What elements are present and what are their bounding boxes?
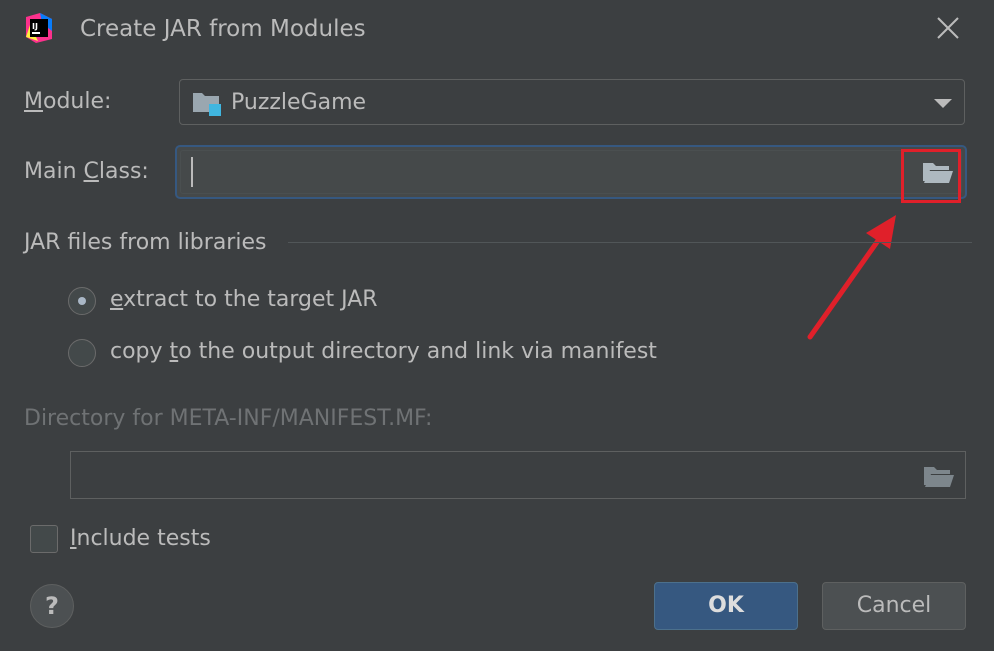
main-class-input[interactable]	[175, 145, 967, 199]
copy-radio[interactable]	[68, 339, 96, 367]
dialog-title: Create JAR from Modules	[80, 16, 366, 42]
module-label: Module:	[24, 89, 112, 114]
libraries-section-title: JAR files from libraries	[24, 230, 267, 255]
module-value: PuzzleGame	[231, 90, 367, 115]
intellij-app-icon: IJ	[26, 13, 52, 43]
annotation-arrow	[807, 215, 896, 340]
browse-button-highlight	[901, 149, 961, 203]
section-divider	[288, 242, 972, 243]
module-dropdown[interactable]: PuzzleGame	[179, 79, 965, 125]
chevron-down-icon[interactable]	[934, 99, 952, 108]
extract-radio[interactable]	[68, 287, 96, 315]
include-tests-label[interactable]: Include tests	[70, 524, 211, 554]
cancel-button[interactable]: Cancel	[822, 582, 966, 630]
module-folder-icon	[193, 93, 221, 116]
text-caret	[191, 157, 193, 187]
close-icon[interactable]	[934, 14, 962, 42]
manifest-dir-label: Directory for META-INF/MANIFEST.MF:	[24, 406, 433, 431]
include-tests-checkbox[interactable]	[30, 525, 58, 553]
folder-open-icon	[924, 467, 954, 487]
main-class-label: Main Class:	[24, 159, 149, 184]
ok-button[interactable]: OK	[654, 582, 798, 630]
svg-text:IJ: IJ	[32, 22, 38, 31]
manifest-dir-input	[70, 451, 966, 499]
help-button[interactable]: ?	[30, 584, 74, 628]
copy-radio-label[interactable]: copy to the output directory and link vi…	[110, 337, 657, 367]
extract-radio-label[interactable]: extract to the target JAR	[110, 285, 378, 315]
